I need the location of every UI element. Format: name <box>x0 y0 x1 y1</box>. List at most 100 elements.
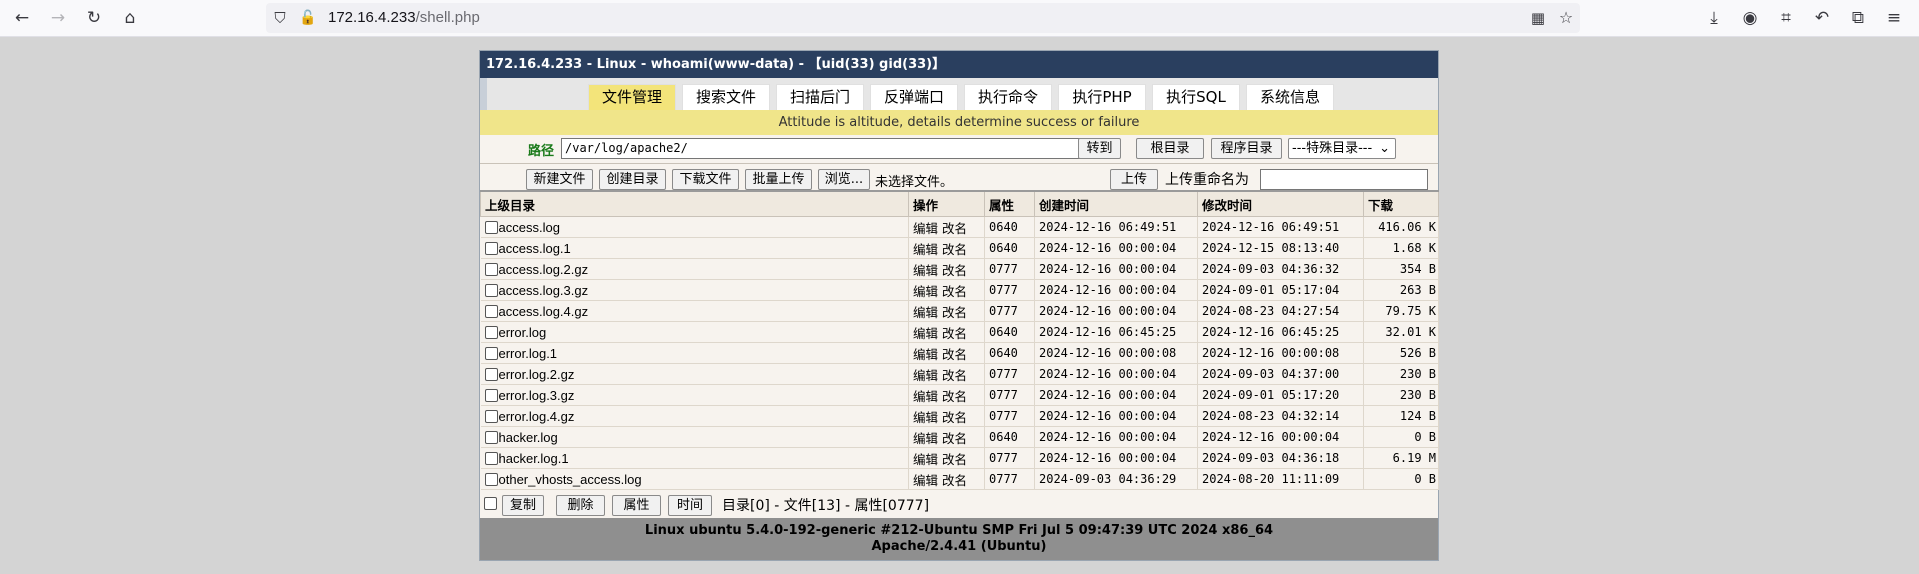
file-link[interactable]: error.log.4.gz <box>499 409 575 424</box>
file-modified[interactable]: 2024-12-16 06:45:25 <box>1197 321 1364 343</box>
file-ops[interactable]: 编辑 改名 <box>908 426 985 448</box>
file-ops[interactable]: 编辑 改名 <box>908 384 985 406</box>
file-ops[interactable]: 编辑 改名 <box>908 300 985 322</box>
file-link[interactable]: access.log <box>499 220 560 235</box>
special-dir-select[interactable]: ---特殊目录--- ⌄ <box>1288 138 1396 159</box>
file-download-size[interactable]: 6.19 M <box>1363 447 1439 469</box>
home-icon[interactable]: ⌂ <box>120 8 140 28</box>
row-checkbox[interactable] <box>484 388 498 402</box>
file-perm[interactable]: 0640 <box>984 216 1035 238</box>
file-modified[interactable]: 2024-08-20 11:11:09 <box>1197 468 1364 490</box>
tab-scan-backdoor[interactable]: 扫描后门 <box>776 84 864 110</box>
file-download-size[interactable]: 354 B <box>1363 258 1439 280</box>
url-text[interactable]: 172.16.4.233/shell.php <box>328 9 480 26</box>
new-file-button[interactable]: 新建文件 <box>526 169 593 190</box>
file-modified[interactable]: 2024-12-16 00:00:04 <box>1197 426 1364 448</box>
file-link[interactable]: error.log.2.gz <box>499 367 575 382</box>
download-icon[interactable]: ⤓ <box>1704 8 1724 28</box>
tab-exec-command[interactable]: 执行命令 <box>964 84 1052 110</box>
file-link[interactable]: error.log.1 <box>499 346 558 361</box>
program-dir-button[interactable]: 程序目录 <box>1211 138 1282 159</box>
file-perm[interactable]: 0640 <box>984 342 1035 364</box>
go-button[interactable]: 转到 <box>1078 138 1121 159</box>
file-modified[interactable]: 2024-09-03 04:36:18 <box>1197 447 1364 469</box>
row-checkbox[interactable] <box>484 304 498 318</box>
file-ops[interactable]: 编辑 改名 <box>908 216 985 238</box>
file-download-size[interactable]: 263 B <box>1363 279 1439 301</box>
file-download-size[interactable]: 79.75 K <box>1363 300 1439 322</box>
file-modified[interactable]: 2024-09-01 05:17:20 <box>1197 384 1364 406</box>
file-perm[interactable]: 0777 <box>984 468 1035 490</box>
tab-reverse-port[interactable]: 反弹端口 <box>870 84 958 110</box>
download-file-button[interactable]: 下载文件 <box>672 169 739 190</box>
file-ops[interactable]: 编辑 改名 <box>908 342 985 364</box>
rename-input[interactable] <box>1260 169 1428 190</box>
file-modified[interactable]: 2024-08-23 04:32:14 <box>1197 405 1364 427</box>
file-download-size[interactable]: 124 B <box>1363 405 1439 427</box>
file-link[interactable]: access.log.2.gz <box>499 262 589 277</box>
path-input[interactable]: /var/log/apache2/ <box>561 138 1088 159</box>
file-ops[interactable]: 编辑 改名 <box>908 321 985 343</box>
file-modified[interactable]: 2024-09-01 05:17:04 <box>1197 279 1364 301</box>
tab-exec-sql[interactable]: 执行SQL <box>1152 84 1240 110</box>
file-ops[interactable]: 编辑 改名 <box>908 468 985 490</box>
address-bar[interactable]: ⛉ 🔓 172.16.4.233/shell.php ▦ ☆ <box>266 3 1580 33</box>
menu-icon[interactable]: ≡ <box>1884 8 1904 28</box>
upload-button[interactable]: 上传 <box>1110 169 1158 190</box>
file-ops[interactable]: 编辑 改名 <box>908 237 985 259</box>
attr-button[interactable]: 属性 <box>612 495 661 516</box>
file-download-size[interactable]: 0 B <box>1363 468 1439 490</box>
delete-button[interactable]: 删除 <box>556 495 605 516</box>
file-ops[interactable]: 编辑 改名 <box>908 405 985 427</box>
file-modified[interactable]: 2024-09-03 04:36:32 <box>1197 258 1364 280</box>
row-checkbox[interactable] <box>484 283 498 297</box>
file-perm[interactable]: 0777 <box>984 447 1035 469</box>
file-perm[interactable]: 0777 <box>984 300 1035 322</box>
shield-icon[interactable]: ⛉ <box>270 8 290 28</box>
file-download-size[interactable]: 230 B <box>1363 363 1439 385</box>
row-checkbox[interactable] <box>484 262 498 276</box>
row-checkbox[interactable] <box>484 367 498 381</box>
file-modified[interactable]: 2024-12-16 00:00:08 <box>1197 342 1364 364</box>
account-icon[interactable]: ◉ <box>1740 8 1760 28</box>
forward-icon[interactable]: → <box>48 8 68 28</box>
copy-button[interactable]: 复制 <box>502 495 544 516</box>
file-download-size[interactable]: 32.01 K <box>1363 321 1439 343</box>
file-modified[interactable]: 2024-08-23 04:27:54 <box>1197 300 1364 322</box>
tab-file-manager[interactable]: 文件管理 <box>588 84 676 110</box>
file-link[interactable]: access.log.3.gz <box>499 283 589 298</box>
file-ops[interactable]: 编辑 改名 <box>908 279 985 301</box>
row-checkbox[interactable] <box>484 241 498 255</box>
file-download-size[interactable]: 416.06 K <box>1363 216 1439 238</box>
batch-upload-button[interactable]: 批量上传 <box>745 169 812 190</box>
file-link[interactable]: hacker.log.1 <box>499 451 569 466</box>
tab-exec-php[interactable]: 执行PHP <box>1058 84 1146 110</box>
star-icon[interactable]: ☆ <box>1556 8 1576 28</box>
file-ops[interactable]: 编辑 改名 <box>908 363 985 385</box>
file-link[interactable]: hacker.log <box>499 430 558 445</box>
row-checkbox[interactable] <box>484 409 498 423</box>
extensions-icon[interactable]: ⧉ <box>1848 8 1868 28</box>
file-download-size[interactable]: 1.68 K <box>1363 237 1439 259</box>
row-checkbox[interactable] <box>484 220 498 234</box>
row-checkbox[interactable] <box>484 325 498 339</box>
file-link[interactable]: error.log.3.gz <box>499 388 575 403</box>
file-link[interactable]: other_vhosts_access.log <box>499 472 642 487</box>
file-modified[interactable]: 2024-12-16 06:49:51 <box>1197 216 1364 238</box>
file-perm[interactable]: 0777 <box>984 258 1035 280</box>
file-download-size[interactable]: 230 B <box>1363 384 1439 406</box>
file-perm[interactable]: 0777 <box>984 384 1035 406</box>
file-perm[interactable]: 0777 <box>984 363 1035 385</box>
back-icon[interactable]: ← <box>12 8 32 28</box>
time-button[interactable]: 时间 <box>668 495 712 516</box>
file-perm[interactable]: 0640 <box>984 237 1035 259</box>
crop-icon[interactable]: ⌗ <box>1776 8 1796 28</box>
file-perm[interactable]: 0777 <box>984 405 1035 427</box>
file-download-size[interactable]: 0 B <box>1363 426 1439 448</box>
file-ops[interactable]: 编辑 改名 <box>908 447 985 469</box>
qr-code-icon[interactable]: ▦ <box>1528 8 1548 28</box>
file-modified[interactable]: 2024-09-03 04:37:00 <box>1197 363 1364 385</box>
browse-button[interactable]: 浏览... <box>818 169 870 190</box>
file-modified[interactable]: 2024-12-15 08:13:40 <box>1197 237 1364 259</box>
row-checkbox[interactable] <box>484 472 498 486</box>
